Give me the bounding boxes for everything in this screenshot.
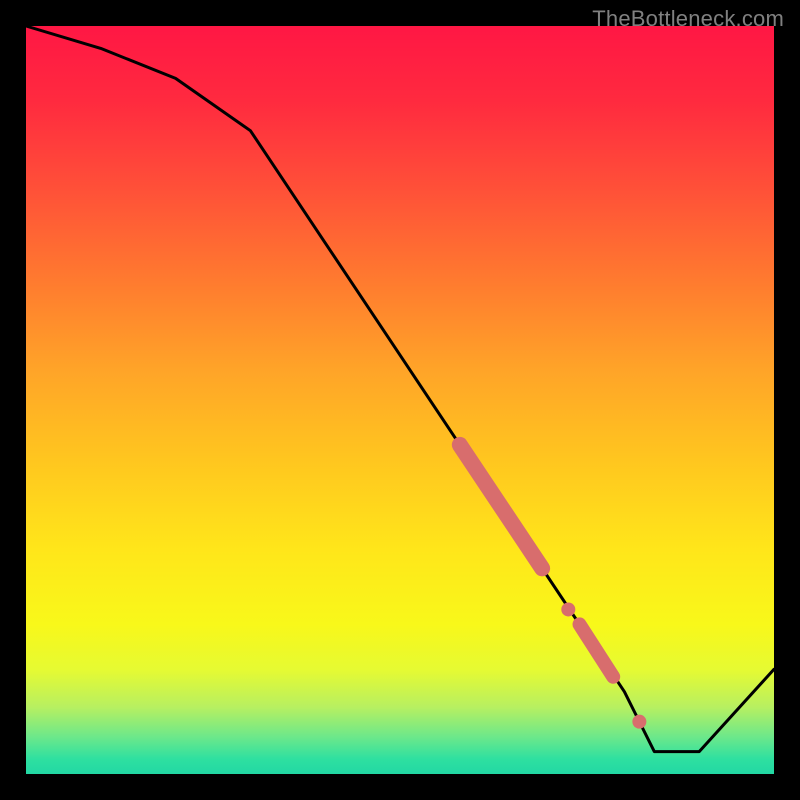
chart-overlay [0, 0, 800, 800]
chart-container: TheBottleneck.com [0, 0, 800, 800]
highlight-dot-1 [561, 602, 575, 616]
bottleneck-curve [26, 26, 774, 752]
highlight-segment-1 [460, 445, 542, 568]
highlight-segment-2 [580, 624, 614, 676]
highlight-dot-2 [632, 715, 646, 729]
